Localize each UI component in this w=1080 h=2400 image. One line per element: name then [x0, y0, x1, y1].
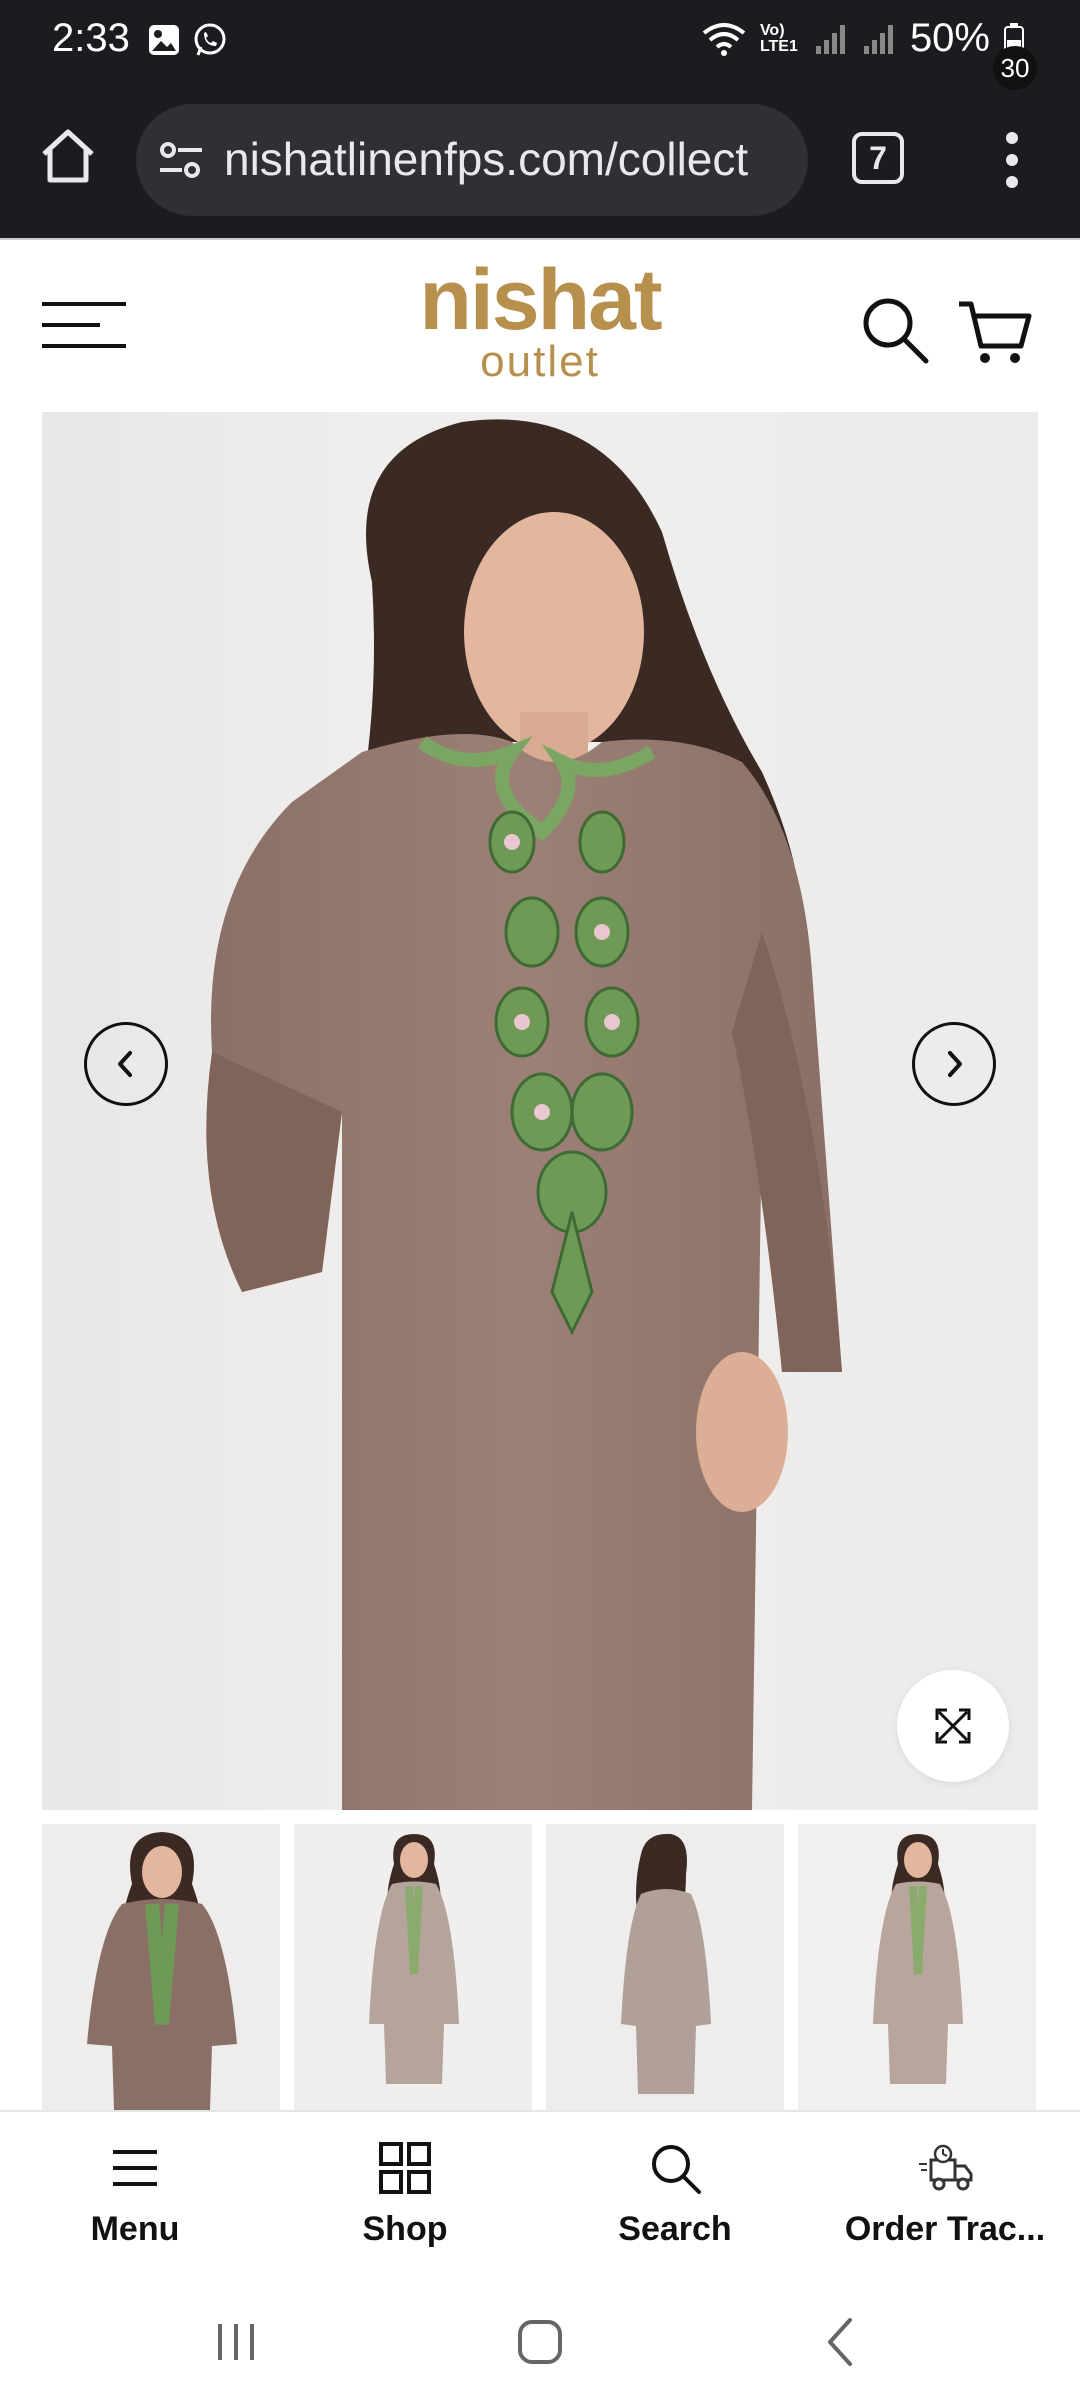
status-time: 2:33: [52, 16, 130, 60]
battery-percent: 50%: [909, 16, 990, 60]
nav-shop[interactable]: Shop: [270, 2112, 540, 2282]
system-navigation-bar: [0, 2282, 1080, 2400]
nav-search-label: Search: [618, 2210, 732, 2248]
site-settings-icon[interactable]: [156, 136, 206, 186]
system-home-icon[interactable]: [510, 2312, 570, 2372]
product-main-image: [206, 419, 842, 1810]
site-header: nishat outlet: [0, 238, 1080, 406]
cart-icon[interactable]: [955, 290, 1035, 370]
search-icon: [652, 2145, 701, 2194]
nav-menu[interactable]: Menu: [0, 2112, 270, 2282]
thumbnail-1[interactable]: [42, 1824, 280, 2110]
signal-icon: [815, 24, 845, 54]
nav-order-tracking-label: Order Trac...: [844, 2210, 1046, 2248]
product-image-carousel[interactable]: [42, 412, 1038, 1810]
url-text: nishatlinenfps.com/collect: [224, 133, 749, 185]
thumbnail-2[interactable]: [294, 1824, 532, 2110]
wifi-icon: [702, 22, 746, 56]
thumbnail-image: [546, 1824, 784, 2110]
status-bar: 2:33 Vo) LTE1 50%: [0, 0, 1080, 82]
gallery-icon: [149, 25, 179, 55]
back-icon[interactable]: [812, 2312, 872, 2372]
carousel-prev-button[interactable]: [84, 1022, 168, 1106]
carousel-next-button[interactable]: [912, 1022, 996, 1106]
header-search-icon[interactable]: [860, 295, 930, 365]
browser-toolbar: nishatlinenfps.com/collect 7: [0, 82, 1080, 238]
thumbnail-image: [798, 1824, 1036, 2110]
chevron-left-icon: [118, 1051, 132, 1077]
grid-icon: [379, 2142, 431, 2194]
signal-icon-2: [863, 24, 893, 54]
thumbnail-strip: [42, 1824, 1038, 2110]
thumbnail-4[interactable]: [798, 1824, 1036, 2110]
address-bar[interactable]: nishatlinenfps.com/collect: [136, 104, 808, 216]
cart-count-badge: 30: [993, 46, 1037, 90]
fullscreen-zoom-button[interactable]: [897, 1670, 1009, 1782]
brand-logo[interactable]: nishat outlet: [380, 252, 700, 390]
expand-icon: [935, 1708, 971, 1744]
thumbnail-image: [294, 1824, 532, 2110]
nav-order-tracking[interactable]: Order Trac...: [810, 2112, 1080, 2282]
more-options-icon[interactable]: [1000, 130, 1024, 190]
whatsapp-icon: [194, 23, 226, 56]
menu-icon: [113, 2150, 157, 2186]
home-button[interactable]: [36, 124, 100, 188]
bottom-navigation: Menu Shop Search Order Trac...: [0, 2110, 1080, 2282]
logo-text-primary: nishat: [419, 252, 662, 348]
hamburger-menu-icon[interactable]: [40, 300, 128, 350]
thumbnail-image: [42, 1824, 280, 2110]
nav-search[interactable]: Search: [540, 2112, 810, 2282]
thumbnail-3[interactable]: [546, 1824, 784, 2110]
delivery-truck-icon: [919, 2144, 973, 2191]
tab-switcher-button[interactable]: 7: [852, 132, 904, 184]
nav-shop-label: Shop: [362, 2210, 448, 2248]
nav-menu-label: Menu: [90, 2210, 180, 2248]
network-type: Vo) LTE1: [759, 21, 798, 55]
chevron-right-icon: [948, 1051, 962, 1077]
recent-apps-icon[interactable]: [206, 2312, 266, 2372]
